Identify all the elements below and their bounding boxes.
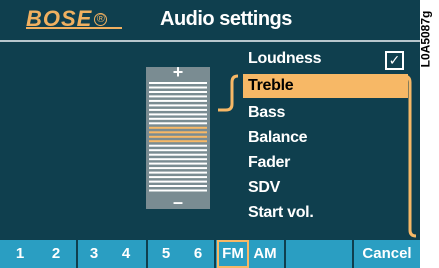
preset-6-button[interactable]: 6	[184, 240, 212, 268]
increase-button[interactable]: +	[146, 63, 210, 81]
registered-mark: ®	[94, 12, 108, 26]
figure-code: L0A5087g	[418, 0, 439, 90]
figure-code-label: L0A5087g	[418, 10, 433, 68]
separator	[284, 240, 286, 268]
menu-item-start-vol[interactable]: Start vol.	[248, 204, 314, 222]
slider-segment	[149, 162, 207, 165]
slider-level-segment	[149, 135, 207, 138]
slider-segment	[149, 185, 207, 187]
slider-track	[149, 82, 207, 192]
separator	[352, 240, 354, 268]
cancel-button[interactable]: Cancel	[356, 240, 418, 268]
preset-1-button[interactable]: 1	[6, 240, 34, 268]
bottom-button-bar: 1 2 3 4 5 6 FM AM Cancel	[0, 240, 420, 268]
slider-segment	[149, 180, 207, 183]
slider-segment	[149, 104, 207, 107]
slider-segment	[149, 117, 207, 120]
menu-item-fader[interactable]: Fader	[248, 154, 290, 172]
slider-segment	[149, 108, 207, 111]
slider-segment	[149, 153, 207, 156]
menu-item-loudness[interactable]: Loudness	[248, 50, 321, 68]
slider-segment	[149, 149, 207, 152]
bose-logo: BOSE ®	[26, 6, 122, 32]
loudness-checkbox[interactable]: ✓	[385, 51, 404, 70]
slider-segment	[149, 176, 207, 179]
empty-button[interactable]	[288, 240, 348, 268]
slider-segment	[149, 82, 207, 84]
level-slider[interactable]: + –	[146, 63, 210, 211]
slider-segment	[149, 99, 207, 102]
slider-segment	[149, 113, 207, 116]
menu-item-sdv[interactable]: SDV	[248, 179, 280, 197]
separator	[214, 240, 216, 268]
slider-segment	[149, 86, 207, 89]
header: BOSE ® Audio settings	[0, 0, 420, 42]
menu-item-treble[interactable]: Treble	[243, 74, 408, 98]
slider-segment	[149, 95, 207, 98]
menu-item-balance[interactable]: Balance	[248, 129, 308, 147]
slider-level-segment	[149, 126, 207, 129]
slider-segment	[149, 158, 207, 161]
slider-level-segment	[149, 131, 207, 134]
slider-segment	[149, 171, 207, 174]
slider-level-segment	[149, 140, 207, 143]
am-button[interactable]: AM	[250, 240, 280, 268]
preset-4-button[interactable]: 4	[112, 240, 140, 268]
slider-segment	[149, 122, 207, 125]
logo-underline	[26, 27, 122, 29]
preset-5-button[interactable]: 5	[152, 240, 180, 268]
page-title: Audio settings	[160, 8, 292, 30]
menu-item-bass[interactable]: Bass	[248, 104, 285, 122]
separator	[76, 240, 78, 268]
separator	[146, 240, 148, 268]
preset-2-button[interactable]: 2	[42, 240, 70, 268]
slider-segment	[149, 144, 207, 147]
decrease-button[interactable]: –	[146, 193, 210, 211]
slider-segment	[149, 91, 207, 93]
fm-button[interactable]: FM	[217, 240, 249, 268]
preset-3-button[interactable]: 3	[80, 240, 108, 268]
slider-segment	[149, 167, 207, 170]
audio-settings-screen: BOSE ® Audio settings + – Loudness ✓ Tre…	[0, 0, 420, 268]
